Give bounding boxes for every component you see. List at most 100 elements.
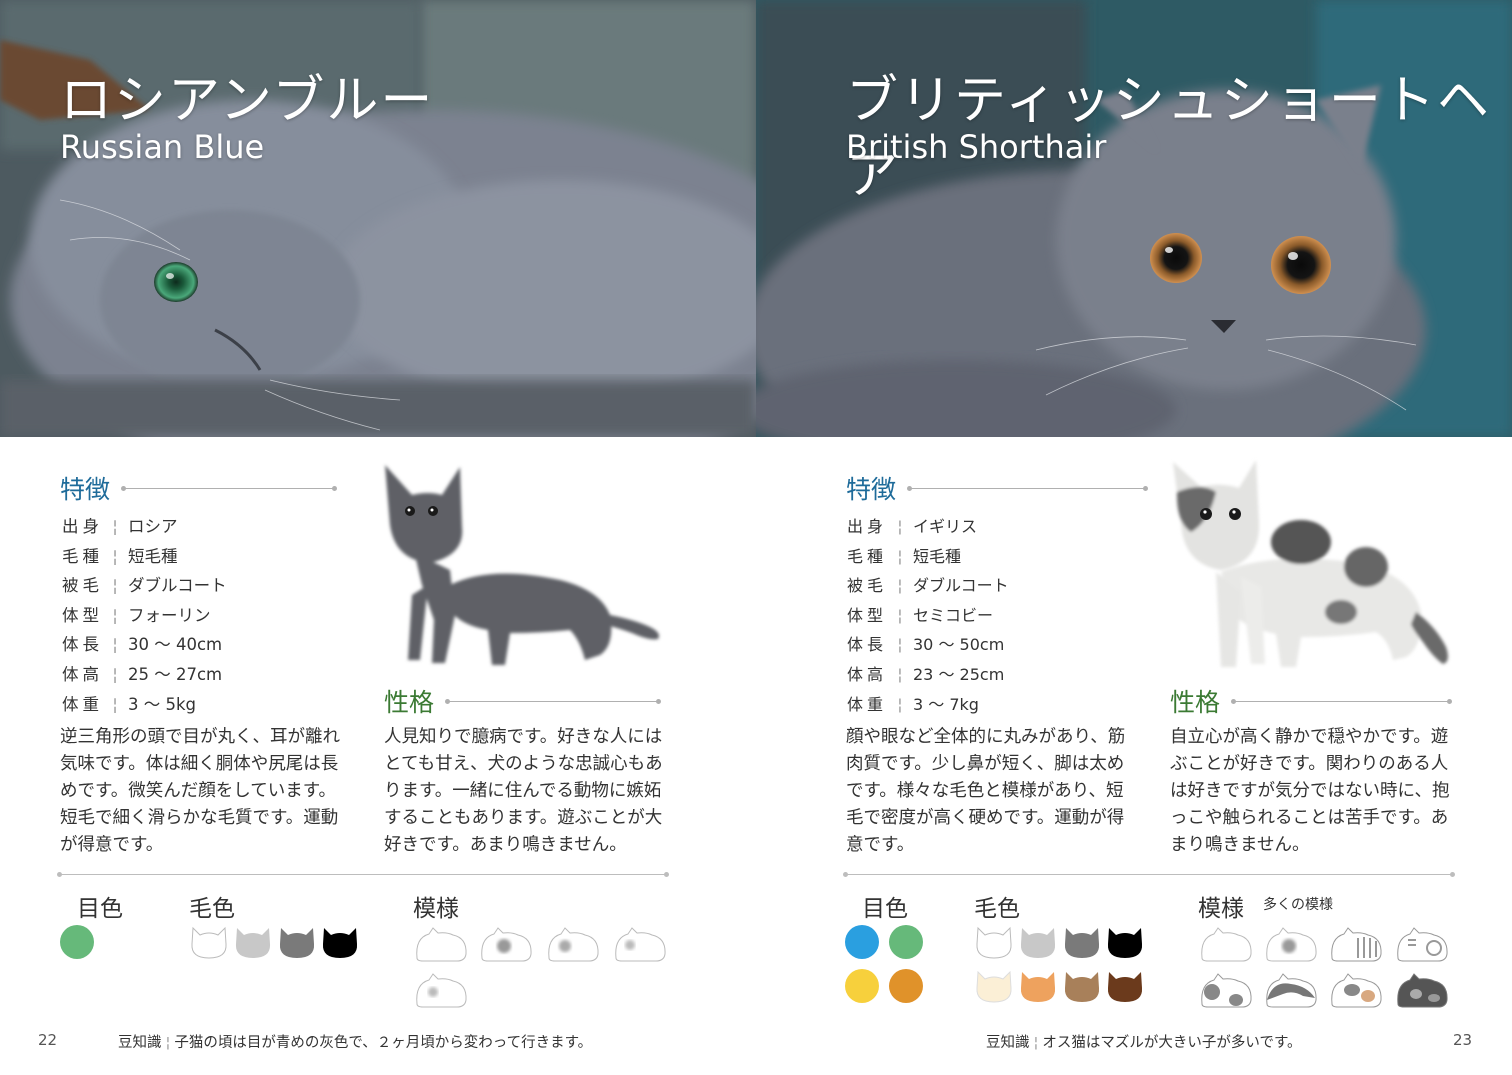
spec-separator: ¦ <box>897 517 903 536</box>
coat-lightgray-cat-icon <box>233 922 273 962</box>
spec-key: 被毛 <box>62 576 103 596</box>
features-heading: 特徴 <box>846 470 1149 506</box>
spec-separator: ¦ <box>897 694 903 714</box>
coat-color-label: 毛色 <box>189 896 235 922</box>
section-divider <box>843 872 1455 877</box>
coat-black-cat-icon <box>1105 922 1145 962</box>
trivia-label: 豆知識 <box>118 1035 162 1051</box>
personality-heading: 性格 <box>384 683 662 719</box>
breed-title-en: Russian Blue <box>60 128 265 166</box>
spec-value: ダブルコート <box>913 576 1009 596</box>
spec-key: 体長 <box>847 635 888 655</box>
spec-row-hair-type: 毛種 ¦ 短毛種 <box>62 542 227 572</box>
trivia-text: 子猫の頃は目が青めの灰色で、２ヶ月頃から変わって行きます。 <box>174 1035 593 1051</box>
spec-separator: ¦ <box>897 635 903 655</box>
spec-value: セミコビー <box>913 605 994 625</box>
eye-color-label: 目色 <box>862 896 908 922</box>
pattern-tipped-icon <box>612 924 668 964</box>
coat-fawn-cat-icon <box>1062 966 1102 1006</box>
eye-color-swatch-blue <box>845 925 879 959</box>
spec-value: 23 〜 25cm <box>913 664 1005 684</box>
personality-text: 人見知りで臆病です。好きな人にはとても甘え、犬のような忠誠心もあります。一緒に住… <box>384 727 663 855</box>
spec-row-hair-type: 毛種 ¦ 短毛種 <box>847 542 1009 572</box>
spec-key: 出身 <box>847 517 888 536</box>
spec-key: 体長 <box>62 635 103 655</box>
pattern-note: 多くの模様 <box>1263 897 1333 913</box>
pattern-tortoiseshell-icon <box>1394 970 1450 1010</box>
spec-value: ダブルコート <box>128 576 227 596</box>
pattern-tabby-icon <box>1328 924 1384 964</box>
features-heading-text: 特徴 <box>60 475 111 504</box>
spec-row-weight: 体重 ¦ 3 〜 7kg <box>847 690 1009 720</box>
features-heading: 特徴 <box>60 470 338 506</box>
spec-key: 体高 <box>847 664 888 684</box>
pattern-smoke-icon <box>545 924 601 964</box>
breed-title-ja: ロシアンブルー <box>60 71 435 131</box>
pattern-shell-icon <box>413 970 469 1010</box>
coat-gray-cat-icon <box>1062 922 1102 962</box>
spec-separator: ¦ <box>897 576 903 596</box>
personality-heading-text: 性格 <box>1170 688 1221 717</box>
spec-row-height: 体高 ¦ 25 〜 27cm <box>62 660 227 690</box>
eye-color-swatch-orange <box>889 969 923 1003</box>
coat-white-cat-icon <box>189 922 229 962</box>
spec-separator: ¦ <box>112 576 118 596</box>
heading-rule <box>907 485 1149 491</box>
spec-value: 30 〜 40cm <box>128 635 223 655</box>
pattern-label: 模様 <box>1198 896 1244 922</box>
spec-separator: ¦ <box>112 635 118 655</box>
pattern-calico-icon <box>1328 970 1384 1010</box>
trivia-separator: ¦ <box>165 1035 171 1051</box>
spec-value: フォーリン <box>128 605 211 625</box>
page-number: 23 <box>1453 1031 1473 1049</box>
pattern-van-icon <box>1263 970 1319 1010</box>
pattern-solid-icon <box>413 924 469 964</box>
coat-white-cat-icon <box>974 922 1014 962</box>
spec-value: 短毛種 <box>128 546 178 566</box>
spec-key: 体型 <box>62 605 103 625</box>
spec-key: 毛種 <box>847 546 888 566</box>
eye-color-swatch-green <box>60 925 94 959</box>
spec-row-weight: 体重 ¦ 3 〜 5kg <box>62 690 227 720</box>
section-divider <box>57 872 669 877</box>
heading-rule <box>445 698 662 704</box>
spec-row-body-type: 体型 ¦ セミコビー <box>847 601 1009 631</box>
spec-key: 体重 <box>847 694 888 714</box>
heading-rule <box>1231 698 1453 704</box>
trivia-note: 豆知識 ¦ オス猫はマズルが大きい子が多いです。 <box>986 1031 1302 1052</box>
spec-value: 3 〜 5kg <box>128 694 197 714</box>
spec-separator: ¦ <box>897 664 903 684</box>
spec-key: 体重 <box>62 694 103 714</box>
coat-black-cat-icon <box>320 922 360 962</box>
eye-color-label: 目色 <box>77 896 123 922</box>
spec-value: 短毛種 <box>913 546 962 566</box>
features-heading-text: 特徴 <box>846 475 897 504</box>
spec-key: 体型 <box>847 605 888 625</box>
pattern-shaded-icon <box>1263 924 1319 964</box>
spec-separator: ¦ <box>112 546 118 566</box>
coat-gray-cat-icon <box>277 922 317 962</box>
page-number: 22 <box>38 1031 58 1049</box>
spec-row-coat: 被毛 ¦ ダブルコート <box>62 571 227 601</box>
spec-separator: ¦ <box>897 605 903 625</box>
spec-row-body-type: 体型 ¦ フォーリン <box>62 601 227 631</box>
spec-value: 25 〜 27cm <box>128 664 223 684</box>
personality-heading: 性格 <box>1170 683 1453 719</box>
pattern-solid-icon <box>1198 924 1254 964</box>
spec-separator: ¦ <box>112 517 118 536</box>
spec-row-length: 体長 ¦ 30 〜 40cm <box>62 630 227 660</box>
eye-color-swatch-green <box>889 925 923 959</box>
personality-heading-text: 性格 <box>384 688 435 717</box>
description-text: 逆三角形の頭で目が丸く、耳が離れ気味です。体は細く胴体や尻尾は長めです。微笑んだ… <box>60 727 340 855</box>
left-page: ロシアンブルー Russian Blue 特徴 出身 ¦ ロシア 毛種 ¦ 短毛種 被毛… <box>0 0 756 1075</box>
heading-rule <box>121 485 338 491</box>
spec-key: 被毛 <box>847 576 888 596</box>
spec-list: 出身 ¦ イギリス 毛種 ¦ 短毛種 被毛 ¦ ダブルコート 体型 ¦ セミコビー 体長 ¦ 30 … <box>847 512 1009 719</box>
coat-color-label: 毛色 <box>974 896 1020 922</box>
russian-blue-kitten-illustration <box>385 465 659 665</box>
british-shorthair-photo: ブリティッシュショートヘア British Shorthair <box>756 0 1512 437</box>
spec-row-height: 体高 ¦ 23 〜 25cm <box>847 660 1009 690</box>
eye-color-swatch-yellow <box>845 969 879 1003</box>
spec-list: 出身 ¦ ロシア 毛種 ¦ 短毛種 被毛 ¦ ダブルコート 体型 ¦ フォーリン 体長 ¦ 30 〜… <box>62 512 227 719</box>
right-page: ブリティッシュショートヘア British Shorthair 特徴 出身 ¦ イギ… <box>756 0 1512 1075</box>
